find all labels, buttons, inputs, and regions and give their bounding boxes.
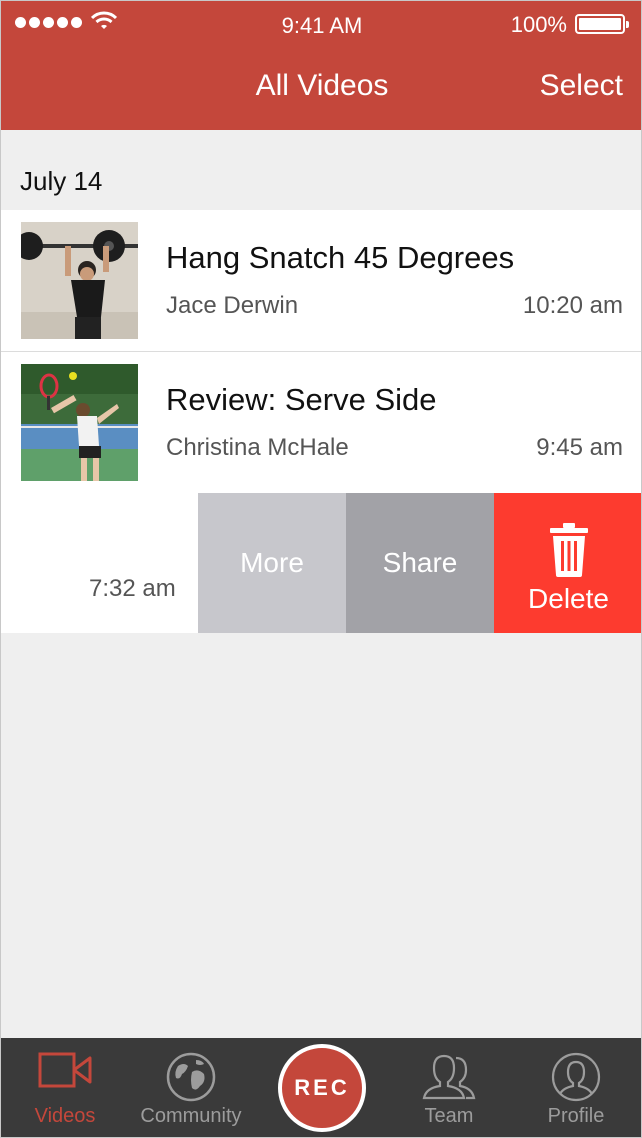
video-time: 10:20 am [522,292,623,319]
globe-icon [166,1052,216,1102]
delete-label: Delete [528,583,609,614]
video-title: Hang Snatch 45 Degrees [166,240,515,275]
battery-percentage: 100% [510,12,567,37]
battery-icon [575,14,629,34]
team-icon [422,1054,476,1100]
tab-bar: Videos Community REC Team Profile [1,1038,641,1137]
section-date: July 14 [20,166,103,196]
tennis-serve-thumbnail [21,364,138,481]
video-time: 9:45 am [536,434,623,461]
video-author: Jace Derwin [166,292,299,319]
select-button[interactable]: Select [540,69,623,103]
swiped-video-row[interactable]: 7:32 am More Share Delete [1,493,641,633]
status-bar: 9:41 AM 100% [1,1,641,49]
record-button[interactable]: REC [278,1044,366,1132]
video-title: Review: Serve Side [166,382,437,417]
app-screen: 9:41 AM 100% All Videos Select July 14 H… [0,0,642,1138]
video-camera-icon [38,1052,92,1088]
profile-icon [551,1052,601,1102]
tab-label: Team [424,1105,474,1127]
video-time: 7:32 am [89,575,176,602]
video-author: Christina McHale [166,434,349,461]
video-row[interactable]: Hang Snatch 45 Degrees Jace Derwin 10:20… [1,210,641,352]
trash-icon [549,523,588,577]
delete-button[interactable]: Delete [494,493,641,633]
tab-label: Community [140,1105,242,1127]
tab-label: Videos [34,1105,96,1127]
more-button[interactable]: More [198,493,346,633]
date-section-header: July 14 [1,130,641,210]
header: 9:41 AM 100% All Videos Select [1,1,641,130]
tab-label: Profile [547,1105,605,1127]
tab-profile[interactable]: Profile [516,1038,636,1137]
tab-community[interactable]: Community [131,1038,251,1137]
video-row[interactable]: Review: Serve Side Christina McHale 9:45… [1,352,641,494]
tab-team[interactable]: Team [389,1038,509,1137]
weightlifter-thumbnail [21,222,138,339]
tab-videos[interactable]: Videos [5,1038,125,1137]
share-button[interactable]: Share [346,493,494,633]
